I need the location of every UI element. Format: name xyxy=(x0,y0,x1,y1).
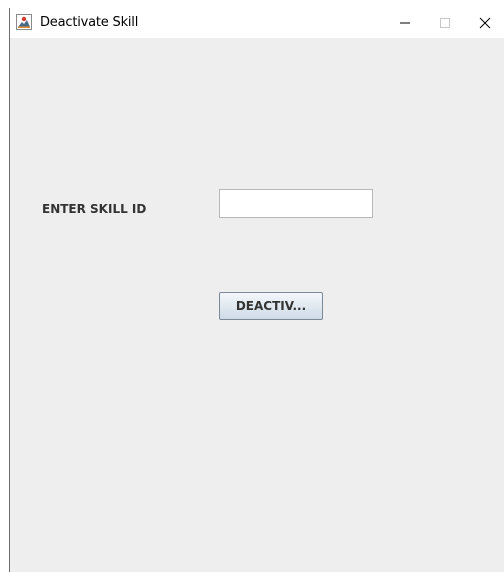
close-button[interactable] xyxy=(465,8,504,38)
java-app-icon xyxy=(16,14,32,30)
maximize-icon xyxy=(440,18,450,28)
close-icon xyxy=(479,17,491,29)
window-title: Deactivate Skill xyxy=(40,15,139,30)
skill-id-input[interactable] xyxy=(219,189,373,218)
maximize-button[interactable] xyxy=(425,8,465,38)
minimize-icon xyxy=(400,22,410,24)
skill-id-label: ENTER SKILL ID xyxy=(42,202,147,216)
deactivate-button[interactable]: DEACTIV... xyxy=(219,292,323,320)
minimize-button[interactable] xyxy=(385,8,425,38)
deactivate-skill-window: Deactivate Skill ENTER SKILL ID DEACTIV.… xyxy=(9,8,504,572)
title-bar[interactable]: Deactivate Skill xyxy=(10,8,504,38)
